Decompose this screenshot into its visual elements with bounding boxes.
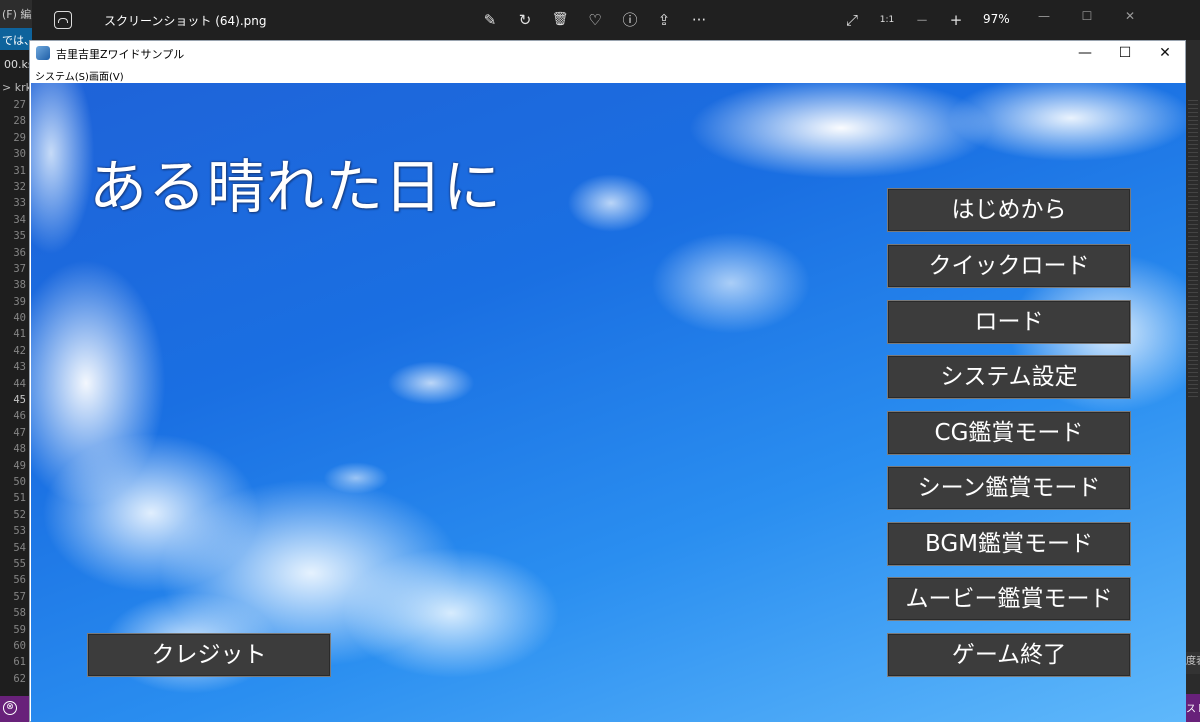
line-number: 60 [13,639,26,652]
game-window: 吉里吉里Zワイドサンプル — ☐ ✕ システム(S) 画面(V) ある晴れた日に… [29,40,1186,722]
line-number: 51 [13,492,26,505]
line-number: 61 [13,656,26,669]
line-number: 47 [13,426,26,439]
zoom-out-icon[interactable]: − [911,9,933,31]
minimap [1188,100,1198,400]
line-number: 57 [13,590,26,603]
viewer-close-icon[interactable]: ✕ [1120,6,1140,26]
line-number: 27 [13,99,26,111]
line-number: 48 [13,443,26,456]
line-number: 31 [13,164,26,177]
line-number: 28 [13,115,26,128]
info-icon[interactable]: ⓘ [619,9,641,31]
rotate-icon[interactable]: ↻ [514,9,536,31]
line-number: 37 [13,262,26,275]
close-icon[interactable]: ✕ [1145,41,1185,65]
line-number: 33 [13,197,26,210]
title-screen: ある晴れた日に はじめから クイックロード ロード システム設定 CG鑑賞モード… [31,83,1186,722]
photo-viewer-toolbar: スクリーンショット (64).png ✎ ↻ 🗑 ♡ ⓘ ⇪ ··· ⤢ 1:1… [32,0,1200,40]
edit-image-icon[interactable]: ✎ [479,9,501,31]
fullscreen-icon[interactable]: ⤢ [841,9,863,31]
maximize-icon[interactable]: ☐ [1105,41,1145,65]
game-titlebar[interactable]: 吉里吉里Zワイドサンプル — ☐ ✕ [30,41,1185,65]
line-number: 34 [13,213,26,226]
background-right-panel [1186,40,1200,722]
game-window-title: 吉里吉里Zワイドサンプル [56,48,185,61]
zoom-in-icon[interactable]: + [945,9,967,31]
load-button[interactable]: ロード [887,300,1131,344]
line-number: 45 [13,394,26,407]
movie-mode-button[interactable]: ムービー鑑賞モード [887,577,1131,621]
line-number: 43 [13,361,26,374]
line-number: 54 [13,541,26,554]
scene-mode-button[interactable]: シーン鑑賞モード [887,466,1131,510]
cg-mode-button[interactable]: CG鑑賞モード [887,411,1131,455]
minimize-icon[interactable]: — [1065,41,1105,65]
app-icon [36,46,50,60]
line-number: 39 [13,295,26,308]
system-settings-button[interactable]: システム設定 [887,355,1131,399]
menu-system[interactable]: システム(S) [35,68,89,83]
line-number: 55 [13,557,26,570]
game-logo: ある晴れた日に [89,153,503,221]
game-menubar: システム(S) 画面(V) [30,65,1185,83]
line-number: 40 [13,312,26,325]
viewer-file-title: スクリーンショット (64).png [104,14,267,28]
line-number: 53 [13,525,26,538]
exit-button[interactable]: ゲーム終了 [887,633,1131,677]
line-number: 35 [13,230,26,243]
line-number: 42 [13,344,26,357]
credits-button[interactable]: クレジット [87,633,331,677]
photos-app-icon [54,11,72,29]
viewer-maximize-icon[interactable]: ☐ [1077,6,1097,26]
line-number: 52 [13,508,26,521]
line-number: 59 [13,623,26,636]
line-number: 32 [13,180,26,193]
start-button[interactable]: はじめから [887,188,1131,232]
line-number: 50 [13,475,26,488]
line-number: 29 [13,131,26,144]
line-number: 62 [13,672,26,685]
zoom-level[interactable]: 97% [983,12,1010,26]
menu-view[interactable]: 画面(V) [89,68,124,83]
editor-line-numbers: 27 28 29 30 31 32 33 34 35 36 37 38 39 40 41 42 43 44 45 46… [0,99,30,689]
line-number: 58 [13,607,26,620]
screen: (F) 編集 では、安全な 00.ks > krkr 2728293031323… [0,0,1200,722]
background-panel-label: 度表 [1186,652,1200,674]
line-number: 49 [13,459,26,472]
more-icon[interactable]: ··· [688,9,710,31]
background-status-label: スト [1186,694,1200,722]
viewer-minimize-icon[interactable]: — [1034,6,1054,26]
line-number: 36 [13,246,26,259]
bgm-mode-button[interactable]: BGM鑑賞モード [887,522,1131,566]
quick-load-button[interactable]: クイックロード [887,244,1131,288]
line-number: 44 [13,377,26,390]
line-number: 38 [13,279,26,292]
error-icon[interactable]: ⊗ [3,701,17,715]
line-number: 56 [13,574,26,587]
actual-size-icon[interactable]: 1:1 [876,9,898,31]
delete-icon[interactable]: 🗑 [549,9,571,31]
line-number: 46 [13,410,26,423]
favorite-icon[interactable]: ♡ [584,9,606,31]
line-number: 30 [13,148,26,161]
share-icon[interactable]: ⇪ [653,9,675,31]
line-number: 41 [13,328,26,341]
